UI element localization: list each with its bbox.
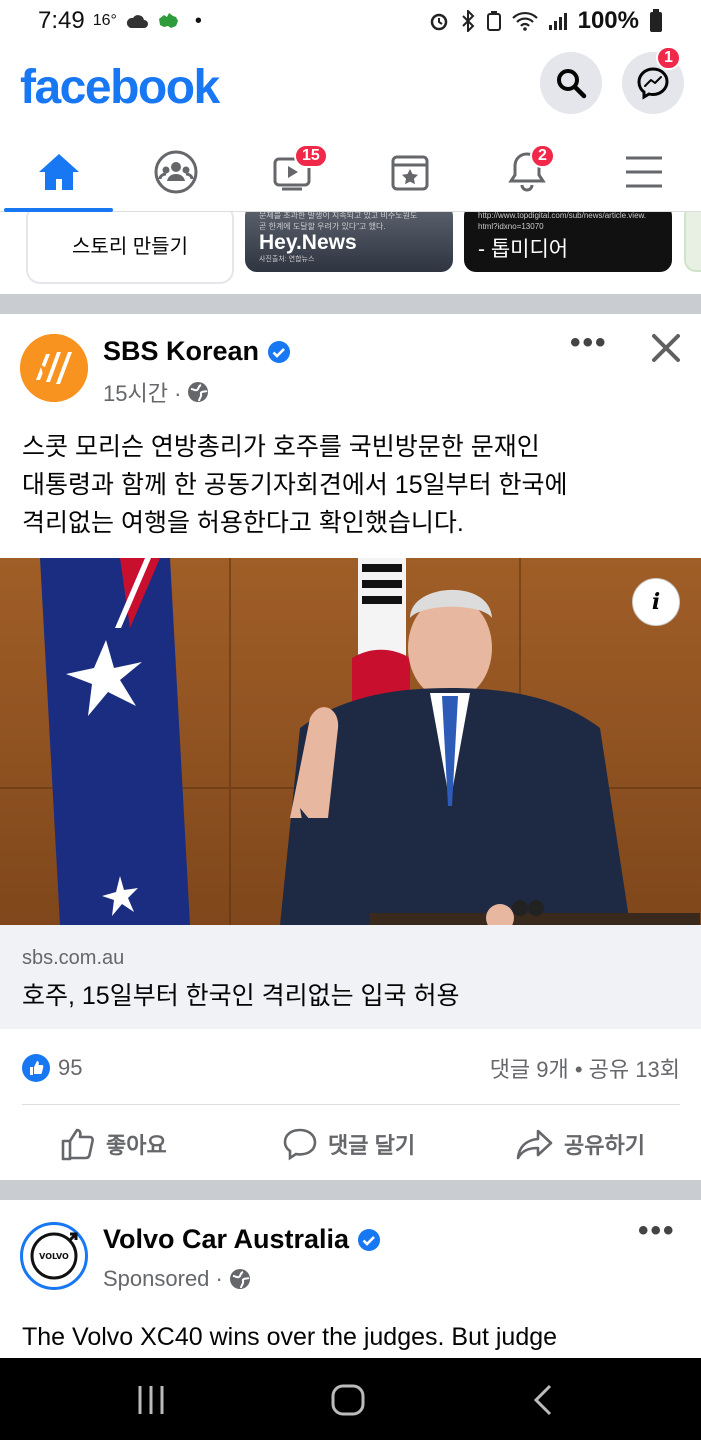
comment-button[interactable]: 댓글 달기 (282, 1118, 415, 1170)
page-name[interactable]: Volvo Car Australia (103, 1224, 381, 1255)
search-icon (557, 69, 587, 99)
stories-tray: 스토리 만들기 문제를 초과한 발생이 지속되고 있고 비주노원도 곧 한계에 … (0, 212, 701, 294)
close-icon[interactable] (650, 332, 682, 364)
post-meta: Sponsored · (103, 1266, 251, 1292)
notification-dot: • (194, 9, 202, 32)
link-title: 호주, 15일부터 한국인 격리없는 입국 허용 (22, 982, 460, 1010)
create-story-label: 스토리 만들기 (72, 235, 188, 258)
story-card[interactable]: 문제를 초과한 발생이 지속되고 있고 비주노원도 곧 한계에 도달할 우려가 … (245, 212, 453, 272)
story-card[interactable]: http://www.topdigital.com/sub/news/artic… (464, 212, 672, 272)
tab-home[interactable] (0, 132, 117, 212)
status-time: 7:49 (38, 7, 85, 34)
home-icon (38, 154, 79, 190)
info-button[interactable]: i (632, 578, 680, 626)
home-nav-icon[interactable] (331, 1384, 365, 1416)
sbs-logo-icon (20, 334, 88, 402)
post-actions: 좋아요 댓글 달기 공유하기 (0, 1118, 701, 1170)
story-text: http://www.topdigital.com/sub/news/artic… (478, 212, 647, 220)
australia-map-icon (158, 13, 178, 28)
share-button[interactable]: 공유하기 (516, 1118, 645, 1170)
page-name[interactable]: SBS Korean (103, 336, 291, 367)
like-count[interactable]: 95 (58, 1055, 82, 1081)
post-options-button[interactable]: ••• (638, 1214, 676, 1248)
bluetooth-icon (461, 10, 475, 32)
like-button[interactable]: 좋아요 (60, 1118, 167, 1170)
post-options-button[interactable]: ••• (570, 326, 608, 360)
battery-icon (650, 9, 662, 32)
tab-bar: 15 2 (0, 132, 701, 212)
avatar[interactable] (20, 334, 88, 402)
feed-separator (0, 294, 701, 314)
reactions-bar: 95 댓글 9개 • 공유 13회 (22, 1050, 680, 1086)
story-caption: 사진출처: 연합뉴스 (259, 256, 315, 263)
story-title: Hey.News (259, 231, 357, 254)
post-text: 스콧 모리슨 연방총리가 호주를 국빈방문한 문재인 대통령과 함께 한 공동기… (22, 428, 682, 542)
story-card[interactable] (684, 212, 701, 272)
page-name-text: Volvo Car Australia (103, 1224, 350, 1254)
tab-groups[interactable] (117, 132, 234, 212)
globe-icon (188, 382, 209, 402)
divider (22, 1104, 680, 1105)
post-text: The Volvo XC40 wins over the judges. But… (22, 1323, 558, 1351)
notifications-badge: 2 (530, 144, 555, 168)
wifi-icon (511, 11, 538, 31)
recent-apps-icon[interactable] (136, 1384, 166, 1416)
messenger-badge: 1 (656, 46, 681, 70)
post-image[interactable] (0, 558, 701, 925)
battery-saver-icon (486, 11, 501, 31)
messenger-icon (637, 67, 669, 100)
avatar[interactable]: VOLVO (20, 1222, 88, 1290)
globe-icon (229, 1269, 250, 1289)
story-text: 문제를 초과한 발생이 지속되고 있고 비주노원도 (259, 212, 418, 220)
signal-icon (548, 13, 567, 30)
page-name-text: SBS Korean (103, 336, 260, 366)
search-button[interactable] (540, 52, 602, 114)
link-domain: sbs.com.au (22, 947, 125, 969)
create-story-button[interactable]: 스토리 만들기 (26, 212, 234, 284)
watch-badge: 15 (294, 144, 328, 168)
volvo-logo-icon: VOLVO (30, 1232, 78, 1280)
share-icon (516, 1129, 553, 1160)
hamburger-icon (625, 156, 662, 188)
post-text-line: 격리없는 여행을 허용한다고 확인했습니다. (22, 509, 464, 537)
back-icon[interactable] (532, 1384, 556, 1416)
verified-icon (268, 340, 291, 363)
post-time: 15시간 · (103, 381, 182, 406)
like-label: 좋아요 (106, 1133, 167, 1158)
cloud-icon (126, 15, 148, 28)
like-reaction-icon (22, 1054, 50, 1082)
facebook-logo[interactable]: facebook (20, 60, 220, 115)
post-text-line: 스콧 모리슨 연방총리가 호주를 국빈방문한 문재인 (22, 433, 540, 461)
post-meta: 15시간 · (103, 376, 209, 408)
store-icon (391, 155, 428, 191)
status-temperature: 16° (92, 12, 117, 29)
link-preview[interactable]: sbs.com.au 호주, 15일부터 한국인 격리없는 입국 허용 (0, 925, 701, 1029)
messenger-button[interactable]: 1 (622, 46, 684, 114)
thumbs-up-icon (61, 1128, 94, 1161)
story-title: - 톱미디어 (478, 238, 569, 261)
tab-marketplace[interactable] (351, 132, 468, 212)
verified-icon (358, 1228, 381, 1251)
comment-icon (283, 1128, 317, 1161)
system-navigation-bar (0, 1358, 701, 1440)
groups-icon (154, 150, 197, 194)
tab-menu[interactable] (585, 132, 701, 212)
status-bar: 7:49 16° • 100% (0, 0, 701, 42)
app-header: facebook 1 (0, 42, 701, 132)
alarm-icon (430, 13, 447, 31)
comments-shares-count[interactable]: 댓글 9개 • 공유 13회 (490, 1052, 680, 1084)
svg-text:VOLVO: VOLVO (39, 1252, 69, 1261)
story-text: html?idxno=13070 (478, 222, 544, 231)
share-label: 공유하기 (564, 1133, 645, 1158)
post-text-line: 대통령과 함께 한 공동기자회견에서 15일부터 한국에 (22, 471, 568, 499)
comment-label: 댓글 달기 (328, 1133, 416, 1158)
sponsored-label: Sponsored · (103, 1266, 223, 1291)
tab-watch[interactable]: 15 (234, 132, 351, 212)
battery-percent: 100% (577, 7, 639, 34)
tab-notifications[interactable]: 2 (468, 132, 585, 212)
feed-separator (0, 1180, 701, 1200)
